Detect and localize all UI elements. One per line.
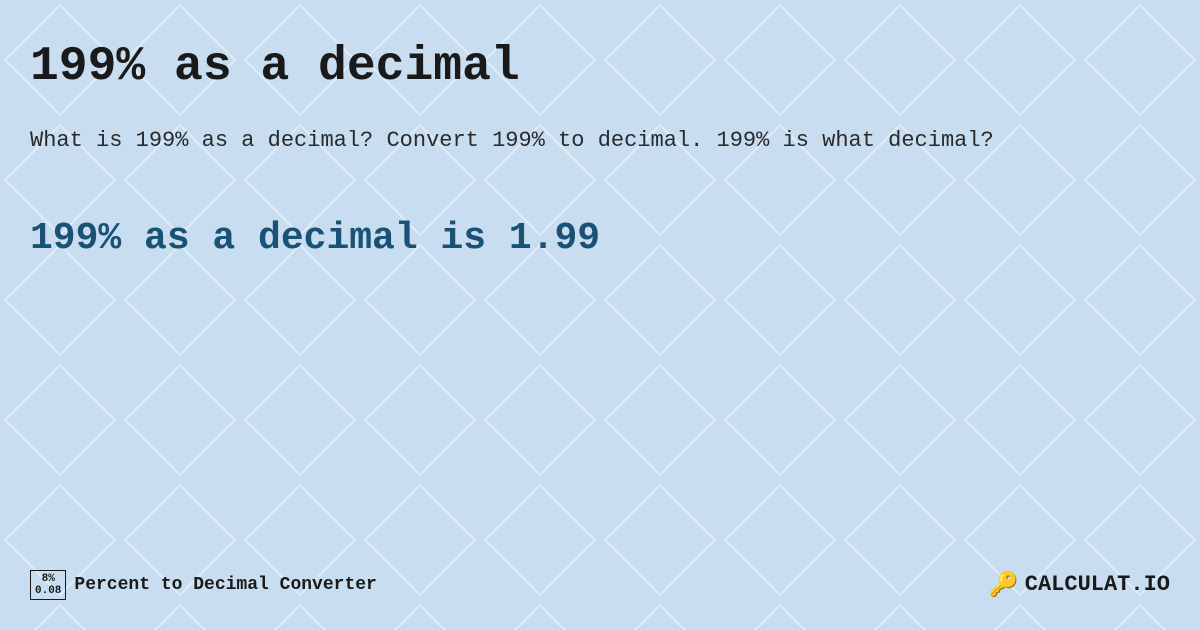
page-description: What is 199% as a decimal? Convert 199% … (30, 124, 1170, 157)
page-title: 199% as a decimal (30, 40, 1170, 94)
main-content: 199% as a decimal What is 199% as a deci… (0, 0, 1200, 630)
footer-left: 8% 0.08 Percent to Decimal Converter (30, 570, 377, 600)
logo-text: CALCULAT.IO (1025, 572, 1170, 597)
converter-label: Percent to Decimal Converter (74, 575, 376, 595)
page-footer: 8% 0.08 Percent to Decimal Converter 🔑 C… (30, 570, 1170, 610)
badge-top: 8% (42, 573, 55, 585)
badge: 8% 0.08 (30, 570, 66, 600)
badge-bottom: 0.08 (35, 585, 61, 597)
result-text: 199% as a decimal is 1.99 (30, 217, 1170, 260)
site-logo[interactable]: 🔑 CALCULAT.IO (989, 570, 1170, 600)
logo-icon: 🔑 (989, 570, 1019, 600)
